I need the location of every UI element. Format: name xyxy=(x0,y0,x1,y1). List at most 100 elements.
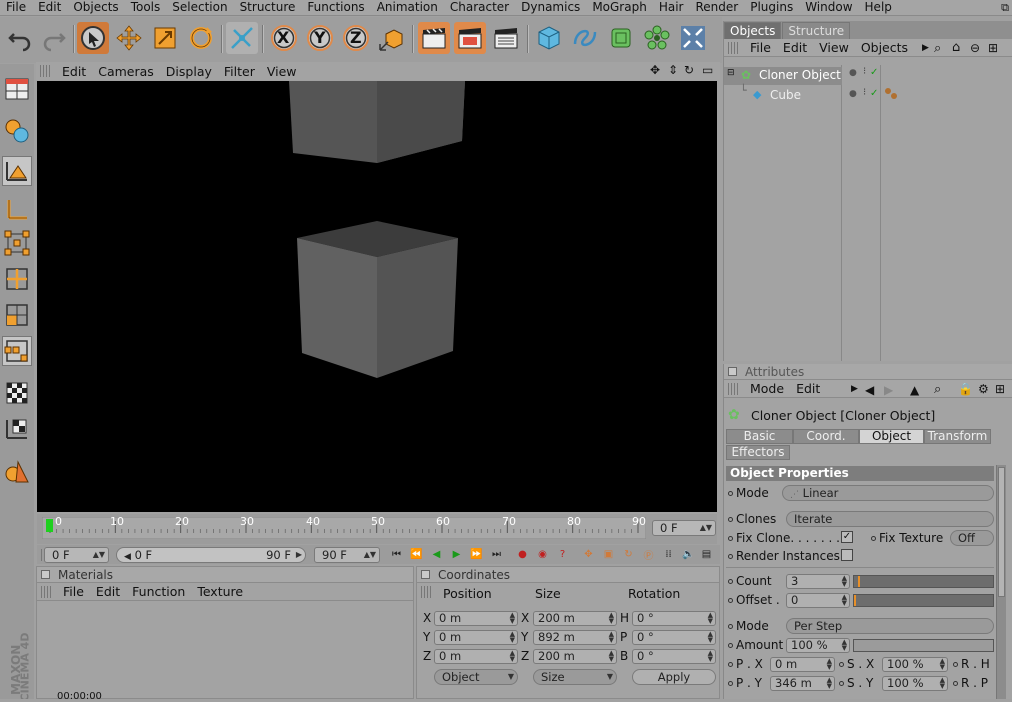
offset-slider[interactable] xyxy=(853,594,994,607)
materials-grip[interactable] xyxy=(41,585,51,598)
end-frame-field[interactable]: 90 F ▲▼ xyxy=(314,547,380,563)
amount-slider[interactable] xyxy=(853,639,994,652)
enabled-check-icon[interactable]: ✓ xyxy=(870,67,878,78)
tag-icon[interactable] xyxy=(884,87,902,101)
more-arrow-icon[interactable]: ▶ xyxy=(922,43,929,53)
attr-tab-transform[interactable]: Transform xyxy=(924,429,991,444)
keyframe-selection-button[interactable]: ? xyxy=(555,547,570,562)
eye-icon[interactable]: ⊖ xyxy=(970,41,980,55)
viewport-menu-edit[interactable]: Edit xyxy=(56,64,92,79)
enabled-check-icon[interactable]: ✓ xyxy=(870,88,878,99)
live-selection-button[interactable] xyxy=(77,22,109,54)
viewport-menu-view[interactable]: View xyxy=(261,64,303,79)
recent-tool-button[interactable] xyxy=(226,22,258,54)
menu-file[interactable]: File xyxy=(0,0,32,15)
viewport-menu-display[interactable]: Display xyxy=(160,64,218,79)
panel-toggle[interactable] xyxy=(421,570,430,579)
tree-row-cloner[interactable]: ⊟ ✿ Cloner Object xyxy=(724,67,842,85)
attributes-scrollbar[interactable] xyxy=(996,465,1006,699)
scale-button[interactable] xyxy=(149,22,181,54)
attributes-menu-mode[interactable]: Mode xyxy=(744,381,790,396)
tab-objects[interactable]: Objects xyxy=(724,22,782,39)
y-axis-button[interactable]: Y xyxy=(304,22,336,54)
coordinates-grip[interactable] xyxy=(421,586,431,598)
size-x-field[interactable]: 200 m ▲ ▼ xyxy=(533,611,617,626)
collapse-icon[interactable]: ⊟ xyxy=(727,68,735,78)
cube-primitive-button[interactable] xyxy=(533,22,565,54)
render-settings-button[interactable] xyxy=(490,22,522,54)
viewport-menu-cameras[interactable]: Cameras xyxy=(92,64,160,79)
home-icon[interactable]: ⌂ xyxy=(952,40,960,55)
model-mode-button[interactable] xyxy=(2,156,32,186)
deformer-button[interactable] xyxy=(677,22,709,54)
apply-button[interactable]: Apply xyxy=(632,669,716,685)
key-scale-button[interactable]: ▣ xyxy=(601,547,616,562)
render-view-button[interactable] xyxy=(418,22,450,54)
attr-tab-effectors[interactable]: Effectors xyxy=(726,445,790,460)
back-arrow-icon[interactable]: ◀ xyxy=(865,383,874,397)
viewport-maximize-icon[interactable]: ▭ xyxy=(702,63,713,77)
attr-tab-coord[interactable]: Coord. xyxy=(793,429,859,444)
menu-edit[interactable]: Edit xyxy=(32,0,67,15)
search-icon[interactable]: ⌕ xyxy=(934,382,941,397)
menu-objects[interactable]: Objects xyxy=(67,0,124,15)
distribution-mode-select[interactable]: ⋰ Linear xyxy=(782,485,994,501)
size-y-field[interactable]: 892 m ▲ ▼ xyxy=(533,630,617,645)
size-z-field[interactable]: 200 m ▲ ▼ xyxy=(533,649,617,664)
menu-selection[interactable]: Selection xyxy=(166,0,233,15)
coordinate-system-button[interactable] xyxy=(376,22,408,54)
clones-select[interactable]: Iterate xyxy=(786,511,994,527)
forward-arrow-icon[interactable]: ▶ xyxy=(884,383,893,397)
autokey-button[interactable]: ◉ xyxy=(535,547,550,562)
play-backward-button[interactable]: ◀ xyxy=(429,547,444,562)
viewport-rotate-icon[interactable]: ↻ xyxy=(684,63,694,77)
materials-menu-edit[interactable]: Edit xyxy=(90,584,126,599)
menu-character[interactable]: Character xyxy=(444,0,515,15)
texture-mode-button[interactable] xyxy=(2,336,32,366)
current-frame-field[interactable]: 0 F ▲▼ xyxy=(652,520,716,536)
redo-button[interactable] xyxy=(38,22,70,54)
tab-structure[interactable]: Structure xyxy=(782,22,851,39)
rotate-button[interactable] xyxy=(185,22,217,54)
goto-end-button[interactable]: ⏭ xyxy=(489,547,504,562)
render-instances-checkbox[interactable] xyxy=(841,549,853,561)
panel-toggle[interactable] xyxy=(41,570,50,579)
rot-h-field[interactable]: 0 ° ▲ ▼ xyxy=(632,611,716,626)
count-field[interactable]: 3 ▲ ▼ xyxy=(786,574,850,589)
menu-functions[interactable]: Functions xyxy=(301,0,370,15)
edges-mode-button[interactable] xyxy=(2,264,32,294)
panel-grip[interactable] xyxy=(40,65,50,77)
make-editable-button[interactable] xyxy=(2,116,32,146)
coord-size-select[interactable]: Size ▼ xyxy=(533,669,617,685)
viewport-layout-button[interactable] xyxy=(2,74,32,104)
viewport-move-icon[interactable]: ✥ xyxy=(650,63,660,77)
menu-render[interactable]: Render xyxy=(689,0,744,15)
fix-texture-select[interactable]: Off xyxy=(950,530,994,546)
visibility-dots-icon[interactable]: ⁝ xyxy=(863,66,866,77)
sculpt-button[interactable] xyxy=(2,456,32,486)
menu-tools[interactable]: Tools xyxy=(125,0,167,15)
key-parameter-button[interactable]: Ⓟ xyxy=(641,547,656,562)
px-field[interactable]: 0 m ▲ ▼ xyxy=(770,657,835,672)
frame-range-slider[interactable]: ◀ 0 F 90 F ▶ xyxy=(116,547,306,563)
menu-help[interactable]: Help xyxy=(859,0,898,15)
attr-tab-object[interactable]: Object xyxy=(859,429,924,444)
sound-button[interactable]: 🔈 xyxy=(681,547,696,562)
pos-y-field[interactable]: 0 m ▲ ▼ xyxy=(434,630,518,645)
coord-mode-select[interactable]: Object ▼ xyxy=(434,669,518,685)
key-rotation-button[interactable]: ↻ xyxy=(621,547,636,562)
prev-key-button[interactable]: ⏪ xyxy=(409,547,424,562)
lock-icon[interactable]: 🔒 xyxy=(958,382,973,396)
cube-clone-middle[interactable] xyxy=(297,221,458,378)
nurbs-button[interactable] xyxy=(605,22,637,54)
window-restore-icon[interactable]: ⧉ xyxy=(1001,1,1009,15)
attributes-menu-edit[interactable]: Edit xyxy=(790,381,826,396)
up-arrow-icon[interactable]: ▲ xyxy=(910,383,919,397)
attr-tab-basic[interactable]: Basic xyxy=(726,429,793,444)
count-slider[interactable] xyxy=(853,575,994,588)
next-key-button[interactable]: ⏩ xyxy=(469,547,484,562)
rot-p-field[interactable]: 0 ° ▲ ▼ xyxy=(632,630,716,645)
rot-b-field[interactable]: 0 ° ▲ ▼ xyxy=(632,649,716,664)
undo-button[interactable] xyxy=(4,22,36,54)
offset-field[interactable]: 0 ▲ ▼ xyxy=(786,593,850,608)
